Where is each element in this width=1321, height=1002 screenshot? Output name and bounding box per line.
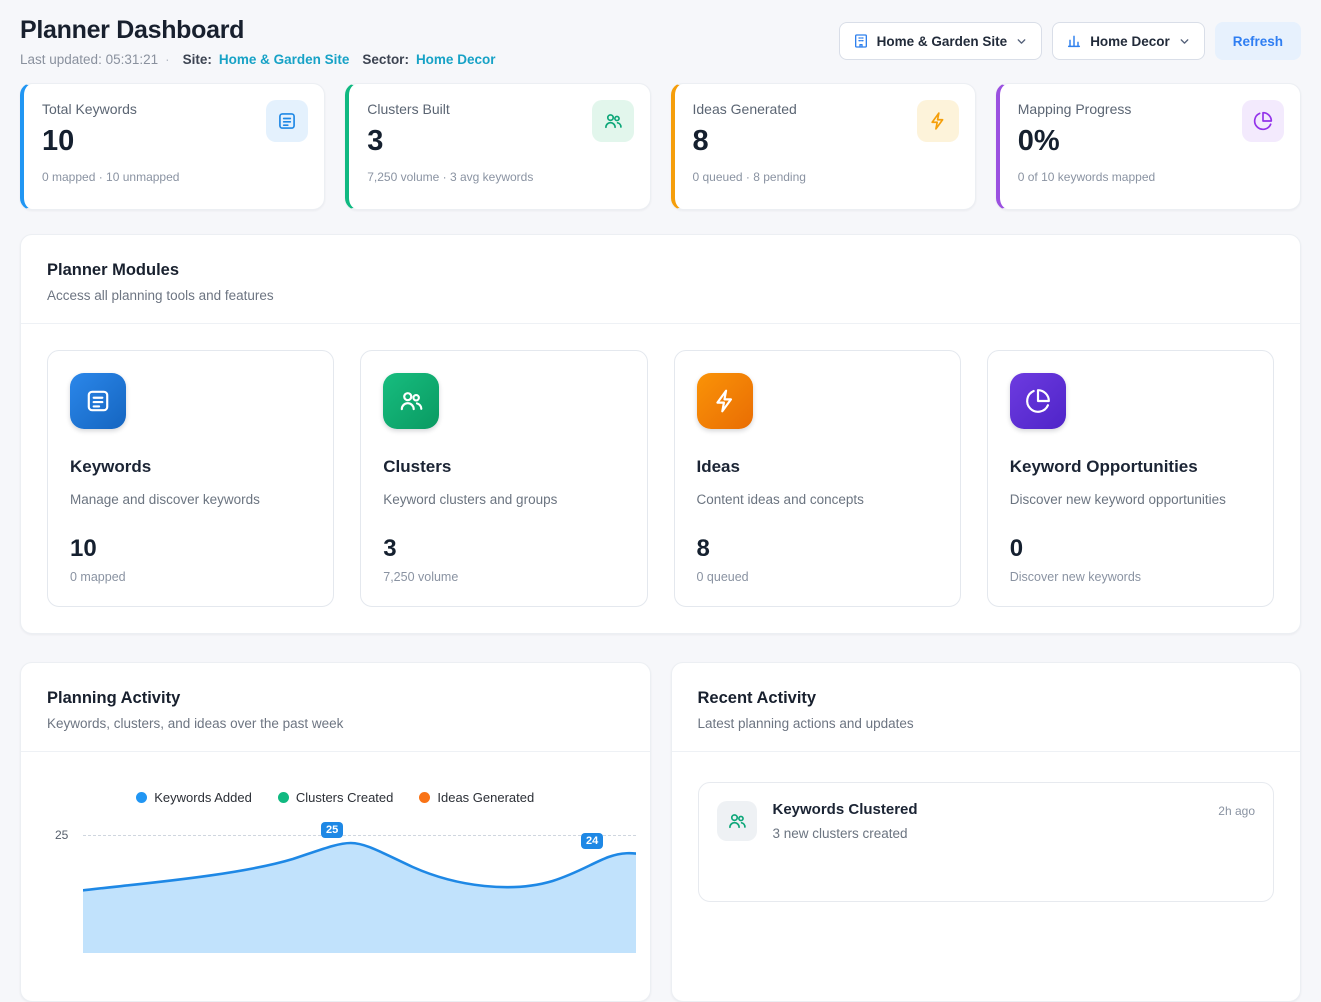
meta-separator: · (165, 52, 170, 67)
modules-grid: Keywords Manage and discover keywords 10… (21, 324, 1300, 633)
y-axis-tick: 25 (55, 828, 68, 842)
module-subtext: Discover new keywords (1010, 570, 1251, 584)
users-icon (383, 373, 439, 429)
activity-area-chart: 25 25 24 (21, 813, 650, 953)
module-title: Ideas (697, 457, 938, 477)
legend-dot-orange (419, 792, 430, 803)
site-selector-value: Home & Garden Site (877, 34, 1008, 49)
recent-item-description: 3 new clusters created (773, 826, 918, 841)
module-title: Keywords (70, 457, 311, 477)
recent-title: Recent Activity (698, 689, 1275, 708)
recent-subtitle: Latest planning actions and updates (698, 716, 1275, 731)
module-title: Keyword Opportunities (1010, 457, 1251, 477)
recent-item-time: 2h ago (1218, 801, 1255, 818)
module-value: 3 (383, 535, 624, 563)
sector-selector-dropdown[interactable]: Home Decor (1052, 22, 1205, 60)
keywords-added-area-series (83, 813, 636, 953)
legend-item-ideas-generated[interactable]: Ideas Generated (419, 790, 534, 805)
refresh-button[interactable]: Refresh (1215, 22, 1301, 60)
stat-subtext: 7,250 volume · 3 avg keywords (367, 170, 631, 184)
chart-legend: Keywords Added Clusters Created Ideas Ge… (21, 790, 650, 805)
module-value: 10 (70, 535, 311, 563)
module-description: Manage and discover keywords (70, 492, 311, 507)
module-description: Keyword clusters and groups (383, 492, 624, 507)
stat-subtext: 0 of 10 keywords mapped (1018, 170, 1282, 184)
site-label: Site: (183, 52, 212, 67)
document-icon (70, 373, 126, 429)
stat-card-clusters-built: Clusters Built 3 7,250 volume · 3 avg ke… (345, 83, 650, 210)
activity-title: Planning Activity (47, 689, 624, 708)
recent-activity-item: Keywords Clustered 3 new clusters create… (698, 782, 1275, 902)
legend-dot-green (278, 792, 289, 803)
legend-label: Keywords Added (154, 790, 252, 805)
recent-item-title: Keywords Clustered (773, 801, 918, 818)
recent-activity-panel: Recent Activity Latest planning actions … (671, 662, 1302, 1002)
module-subtext: 7,250 volume (383, 570, 624, 584)
module-card-keyword-opportunities[interactable]: Keyword Opportunities Discover new keywo… (987, 350, 1274, 607)
bolt-icon (697, 373, 753, 429)
data-point-label: 25 (321, 822, 343, 838)
building-icon (853, 33, 869, 49)
legend-item-clusters-created[interactable]: Clusters Created (278, 790, 394, 805)
users-icon (592, 100, 634, 142)
pie-chart-icon (1010, 373, 1066, 429)
module-description: Content ideas and concepts (697, 492, 938, 507)
header-controls: Home & Garden Site Home Decor Refresh (839, 16, 1301, 60)
page-title: Planner Dashboard (20, 16, 495, 45)
bottom-row: Planning Activity Keywords, clusters, an… (20, 662, 1301, 1002)
modules-title: Planner Modules (47, 261, 1274, 280)
legend-dot-blue (136, 792, 147, 803)
last-updated-text: Last updated: 05:31:21 (20, 52, 158, 67)
stat-subtext: 0 queued · 8 pending (693, 170, 957, 184)
stats-row: Total Keywords 10 0 mapped · 10 unmapped… (20, 83, 1301, 210)
module-card-ideas[interactable]: Ideas Content ideas and concepts 8 0 que… (674, 350, 961, 607)
planner-modules-panel: Planner Modules Access all planning tool… (20, 234, 1301, 634)
module-card-clusters[interactable]: Clusters Keyword clusters and groups 3 7… (360, 350, 647, 607)
module-description: Discover new keyword opportunities (1010, 492, 1251, 507)
module-value: 8 (697, 535, 938, 563)
planning-activity-panel: Planning Activity Keywords, clusters, an… (20, 662, 651, 1002)
legend-item-keywords-added[interactable]: Keywords Added (136, 790, 252, 805)
data-point-label: 24 (581, 833, 603, 849)
document-icon (266, 100, 308, 142)
bolt-icon (917, 100, 959, 142)
pie-chart-icon (1242, 100, 1284, 142)
modules-subtitle: Access all planning tools and features (47, 288, 1274, 303)
recent-panel-header: Recent Activity Latest planning actions … (672, 663, 1301, 752)
stat-subtext: 0 mapped · 10 unmapped (42, 170, 306, 184)
stat-card-total-keywords: Total Keywords 10 0 mapped · 10 unmapped (20, 83, 325, 210)
module-title: Clusters (383, 457, 624, 477)
module-subtext: 0 queued (697, 570, 938, 584)
chevron-down-icon (1015, 35, 1028, 48)
recent-activity-list: Keywords Clustered 3 new clusters create… (672, 752, 1301, 932)
users-icon (717, 801, 757, 841)
dashboard-page: Planner Dashboard Last updated: 05:31:21… (0, 0, 1321, 1002)
legend-label: Ideas Generated (437, 790, 534, 805)
recent-item-text: Keywords Clustered 3 new clusters create… (773, 801, 918, 841)
module-card-keywords[interactable]: Keywords Manage and discover keywords 10… (47, 350, 334, 607)
page-header: Planner Dashboard Last updated: 05:31:21… (20, 16, 1301, 67)
stat-card-ideas-generated: Ideas Generated 8 0 queued · 8 pending (671, 83, 976, 210)
activity-subtitle: Keywords, clusters, and ideas over the p… (47, 716, 624, 731)
module-subtext: 0 mapped (70, 570, 311, 584)
bar-chart-icon (1066, 33, 1082, 49)
sector-selector-value: Home Decor (1090, 34, 1170, 49)
stat-card-mapping-progress: Mapping Progress 0% 0 of 10 keywords map… (996, 83, 1301, 210)
sector-label: Sector: (362, 52, 409, 67)
modules-panel-header: Planner Modules Access all planning tool… (21, 235, 1300, 324)
header-left: Planner Dashboard Last updated: 05:31:21… (20, 16, 495, 67)
activity-panel-header: Planning Activity Keywords, clusters, an… (21, 663, 650, 752)
site-selector-dropdown[interactable]: Home & Garden Site (839, 22, 1043, 60)
sector-link[interactable]: Home Decor (416, 52, 496, 67)
module-value: 0 (1010, 535, 1251, 563)
chevron-down-icon (1178, 35, 1191, 48)
site-link[interactable]: Home & Garden Site (219, 52, 350, 67)
meta-line: Last updated: 05:31:21 · Site: Home & Ga… (20, 52, 495, 67)
legend-label: Clusters Created (296, 790, 394, 805)
